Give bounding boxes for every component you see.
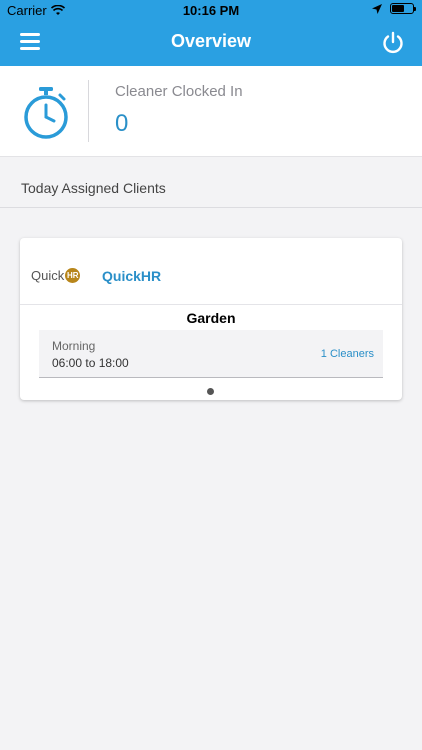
location-arrow-icon (372, 3, 382, 14)
page-indicator-dot[interactable] (207, 388, 214, 395)
shift-name: Morning (52, 339, 96, 353)
status-bar: Carrier 10:16 PM (0, 0, 422, 20)
client-logo: Quick HR (31, 268, 81, 283)
shift-row[interactable]: Morning 06:00 to 18:00 1 Cleaners (39, 330, 383, 378)
logo-badge: HR (65, 268, 81, 283)
site-name: Garden (186, 310, 236, 326)
status-time: 10:16 PM (182, 3, 240, 18)
section-title: Today Assigned Clients (21, 180, 166, 196)
stopwatch-icon (24, 87, 68, 139)
clocked-in-label: Cleaner Clocked In (115, 83, 243, 100)
client-card[interactable]: Quick HR QuickHR Garden Morning 06:00 to… (20, 238, 402, 400)
section-header: Today Assigned Clients (0, 158, 422, 208)
nav-bar: Overview (0, 20, 422, 66)
page-title: Overview (170, 31, 252, 51)
power-icon[interactable] (380, 30, 406, 56)
logo-text: Quick (31, 268, 65, 283)
cleaners-link[interactable]: 1 Cleaners (321, 348, 374, 360)
divider (88, 80, 89, 142)
status-right (372, 3, 416, 14)
shift-hours: 06:00 to 18:00 (52, 356, 129, 370)
battery-icon (390, 3, 416, 14)
clocked-in-count: 0 (115, 110, 129, 137)
client-brand-row: Quick HR QuickHR (20, 238, 402, 305)
clocked-in-panel: Cleaner Clocked In 0 (0, 66, 422, 157)
client-name: QuickHR (102, 268, 162, 284)
